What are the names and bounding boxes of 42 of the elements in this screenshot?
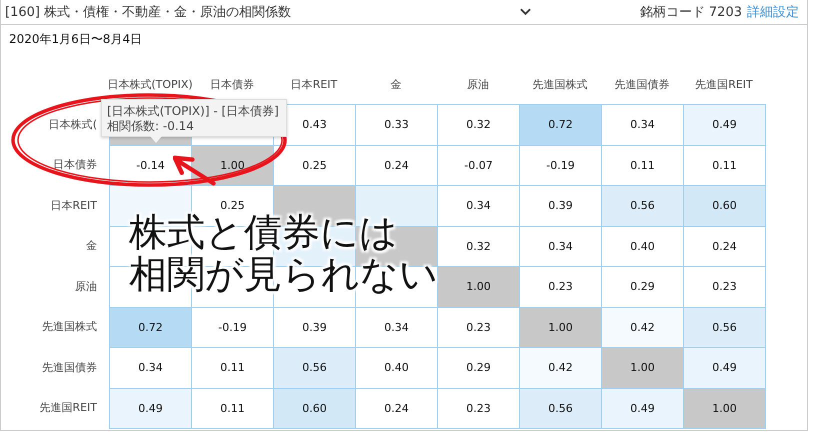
row-header: 日本債券 bbox=[52, 157, 98, 174]
date-range: 2020年1月6日〜8月4日 bbox=[9, 31, 144, 48]
annotation-text: 相関が見られない bbox=[129, 253, 438, 295]
table-cell: 0.72 bbox=[519, 104, 602, 146]
table-cell: 0.49 bbox=[683, 347, 766, 388]
table-cell: 0.42 bbox=[519, 347, 602, 388]
row-header: 日本株式( bbox=[48, 116, 98, 133]
table-cell: 0.49 bbox=[109, 388, 192, 429]
table-cell: 0.56 bbox=[519, 388, 602, 429]
table-cell: 0.56 bbox=[601, 185, 684, 226]
table-cell: 0.49 bbox=[601, 388, 684, 429]
row-header: 先進国債券 bbox=[41, 360, 98, 376]
column-header: 日本株式(TOPIX) bbox=[109, 76, 191, 92]
stock-code: 銘柄コード 7203 bbox=[640, 4, 742, 21]
column-header: 先進国REIT bbox=[694, 76, 754, 92]
row-header: 金 bbox=[85, 238, 98, 254]
column-header: 日本債券 bbox=[209, 76, 255, 92]
table-cell: 0.42 bbox=[601, 306, 684, 348]
column-header: 原油 bbox=[466, 76, 490, 92]
table-cell: 1.00 bbox=[601, 347, 684, 388]
row-header: 原油 bbox=[74, 278, 98, 295]
report-title: [160] 株式・債権・不動産・金・原油の相関係数 bbox=[5, 4, 292, 21]
table-cell: 0.60 bbox=[273, 388, 356, 429]
table-cell: 0.56 bbox=[273, 347, 356, 388]
column-header: 金 bbox=[390, 76, 402, 92]
row-header: 日本REIT bbox=[49, 198, 98, 214]
column-header: 先進国債券 bbox=[614, 76, 670, 92]
settings-link[interactable]: 詳細設定 bbox=[747, 3, 799, 21]
table-cell: 1.00 bbox=[683, 388, 766, 429]
table-cell: 0.49 bbox=[683, 104, 766, 146]
table-cell: 0.72 bbox=[109, 306, 192, 348]
arrow bbox=[173, 155, 217, 187]
table-cell: 0.56 bbox=[683, 306, 766, 348]
row-header: 先進国株式 bbox=[41, 319, 98, 336]
chevron-down-icon[interactable] bbox=[520, 8, 531, 16]
table-cell: 1.00 bbox=[519, 306, 602, 348]
row-header: 先進国REIT bbox=[38, 400, 98, 416]
column-header: 先進国株式 bbox=[532, 76, 588, 92]
tooltip-text: 相関係数: -0.14 bbox=[107, 119, 195, 134]
column-header: 日本REIT bbox=[290, 76, 338, 92]
table-cell: 0.60 bbox=[683, 185, 766, 226]
table-cell: 1.00 bbox=[437, 266, 520, 308]
